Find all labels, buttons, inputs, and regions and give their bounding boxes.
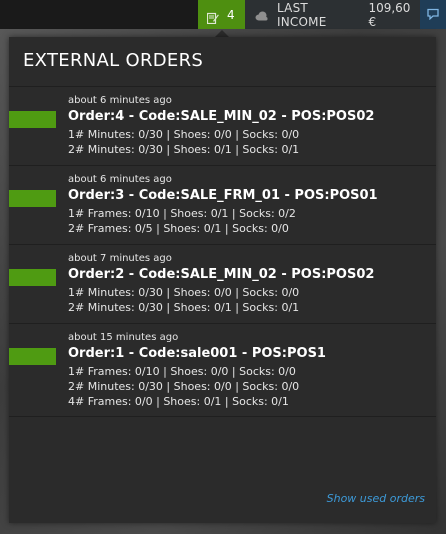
order-line: 2# Minutes: 0/30 | Shoes: 0/1 | Socks: 0… bbox=[68, 143, 300, 156]
order-line: 2# Minutes: 0/30 | Shoes: 0/1 | Socks: 0… bbox=[68, 301, 300, 314]
orders-list: about 6 minutes ago Order:4 - Code:SALE_… bbox=[9, 86, 436, 417]
order-title: Order:1 - Code:sale001 - POS:POS1 bbox=[68, 346, 326, 361]
order-line: 1# Minutes: 0/30 | Shoes: 0/0 | Socks: 0… bbox=[68, 128, 300, 141]
panel-title: EXTERNAL ORDERS bbox=[23, 50, 204, 71]
order-title: Order:2 - Code:SALE_MIN_02 - POS:POS02 bbox=[68, 267, 375, 282]
order-line: 1# Minutes: 0/30 | Shoes: 0/0 | Socks: 0… bbox=[68, 286, 300, 299]
order-line: 2# Minutes: 0/30 | Shoes: 0/0 | Socks: 0… bbox=[68, 380, 300, 393]
order-line: 1# Frames: 0/10 | Shoes: 0/0 | Socks: 0/… bbox=[68, 365, 296, 378]
order-line: 2# Frames: 0/5 | Shoes: 0/1 | Socks: 0/0 bbox=[68, 222, 289, 235]
order-item[interactable]: about 6 minutes ago Order:3 - Code:SALE_… bbox=[9, 166, 436, 245]
order-title: Order:3 - Code:SALE_FRM_01 - POS:POS01 bbox=[68, 188, 378, 203]
status-bar bbox=[9, 111, 56, 128]
order-time: about 6 minutes ago bbox=[68, 174, 172, 185]
last-income-value: 109,60 € bbox=[368, 0, 411, 29]
order-item[interactable]: about 6 minutes ago Order:4 - Code:SALE_… bbox=[9, 87, 436, 166]
order-item[interactable]: about 7 minutes ago Order:2 - Code:SALE_… bbox=[9, 245, 436, 324]
external-orders-panel: EXTERNAL ORDERS about 6 minutes ago Orde… bbox=[9, 37, 436, 523]
order-title: Order:4 - Code:SALE_MIN_02 - POS:POS02 bbox=[68, 109, 375, 124]
top-bar: 4 LAST INCOME 109,60 € bbox=[0, 0, 446, 29]
status-bar bbox=[9, 348, 56, 365]
chat-button[interactable] bbox=[420, 0, 446, 29]
order-time: about 15 minutes ago bbox=[68, 332, 179, 343]
status-bar bbox=[9, 190, 56, 207]
show-used-orders-link[interactable]: Show used orders bbox=[327, 492, 425, 505]
edit-document-icon bbox=[206, 9, 219, 24]
last-income[interactable]: LAST INCOME 109,60 € bbox=[245, 0, 420, 29]
status-bar bbox=[9, 269, 56, 286]
order-time: about 6 minutes ago bbox=[68, 95, 172, 106]
chat-icon bbox=[427, 5, 439, 24]
external-orders-button[interactable]: 4 bbox=[198, 0, 245, 29]
cloud-icon bbox=[255, 10, 268, 20]
orders-count: 4 bbox=[227, 7, 235, 22]
page: 4 LAST INCOME 109,60 € EXTERNAL ORDERS a… bbox=[0, 0, 446, 534]
order-line: 1# Frames: 0/10 | Shoes: 0/1 | Socks: 0/… bbox=[68, 207, 296, 220]
last-income-label: LAST INCOME bbox=[277, 0, 327, 29]
order-item[interactable]: about 15 minutes ago Order:1 - Code:sale… bbox=[9, 324, 436, 417]
order-time: about 7 minutes ago bbox=[68, 253, 172, 264]
order-line: 4# Frames: 0/0 | Shoes: 0/1 | Socks: 0/1 bbox=[68, 395, 289, 408]
dropdown-caret bbox=[215, 30, 229, 37]
